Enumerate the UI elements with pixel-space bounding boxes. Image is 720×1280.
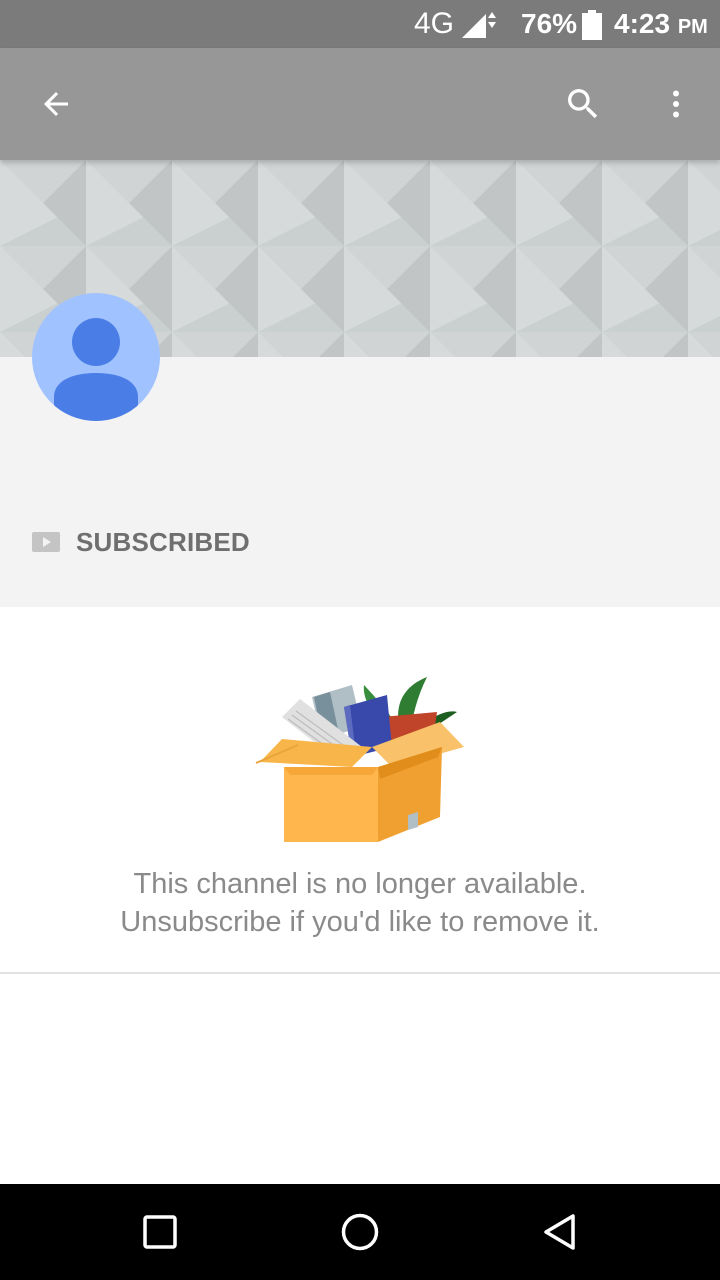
search-icon bbox=[568, 89, 598, 119]
unavailable-message: This channel is no longer available. Uns… bbox=[0, 865, 720, 941]
message-line-1: This channel is no longer available. bbox=[133, 868, 587, 900]
search-button[interactable] bbox=[551, 72, 615, 136]
subscription-status[interactable]: SUBSCRIBED bbox=[32, 525, 250, 559]
battery-icon bbox=[582, 10, 602, 40]
message-line-2: Unsubscribe if you'd like to remove it. bbox=[120, 906, 600, 938]
signal-icon bbox=[462, 12, 496, 38]
square-recents-icon bbox=[143, 1215, 177, 1249]
recents-button[interactable] bbox=[128, 1200, 192, 1264]
clock-ampm: PM bbox=[677, 16, 708, 38]
app-bar bbox=[0, 48, 720, 160]
circle-home-icon bbox=[341, 1213, 379, 1251]
back-button[interactable] bbox=[24, 72, 88, 136]
divider bbox=[0, 972, 720, 974]
nav-back-button[interactable] bbox=[528, 1200, 592, 1264]
network-type: 4G bbox=[414, 7, 455, 40]
empty-box-illustration bbox=[255, 677, 464, 842]
system-nav-bar bbox=[0, 1184, 720, 1280]
play-box-icon bbox=[32, 532, 60, 552]
subscribed-label: SUBSCRIBED bbox=[76, 526, 250, 557]
channel-screen: 4G 76% 4:23 PM SUBSCRIBED This channel i… bbox=[0, 0, 720, 1280]
home-button[interactable] bbox=[328, 1200, 392, 1264]
person-icon bbox=[54, 318, 138, 421]
empty-state-content: This channel is no longer available. Uns… bbox=[0, 607, 720, 1184]
battery-percent: 76% bbox=[521, 8, 578, 39]
triangle-back-icon bbox=[544, 1214, 575, 1250]
more-vert-icon bbox=[673, 90, 679, 118]
arrow-back-icon bbox=[44, 92, 68, 116]
clock: 4:23 PM bbox=[614, 6, 708, 45]
status-bar: 4G 76% 4:23 PM bbox=[0, 0, 720, 48]
more-options-button[interactable] bbox=[644, 72, 708, 136]
clock-time: 4:23 bbox=[614, 8, 671, 39]
channel-avatar[interactable] bbox=[32, 293, 160, 421]
